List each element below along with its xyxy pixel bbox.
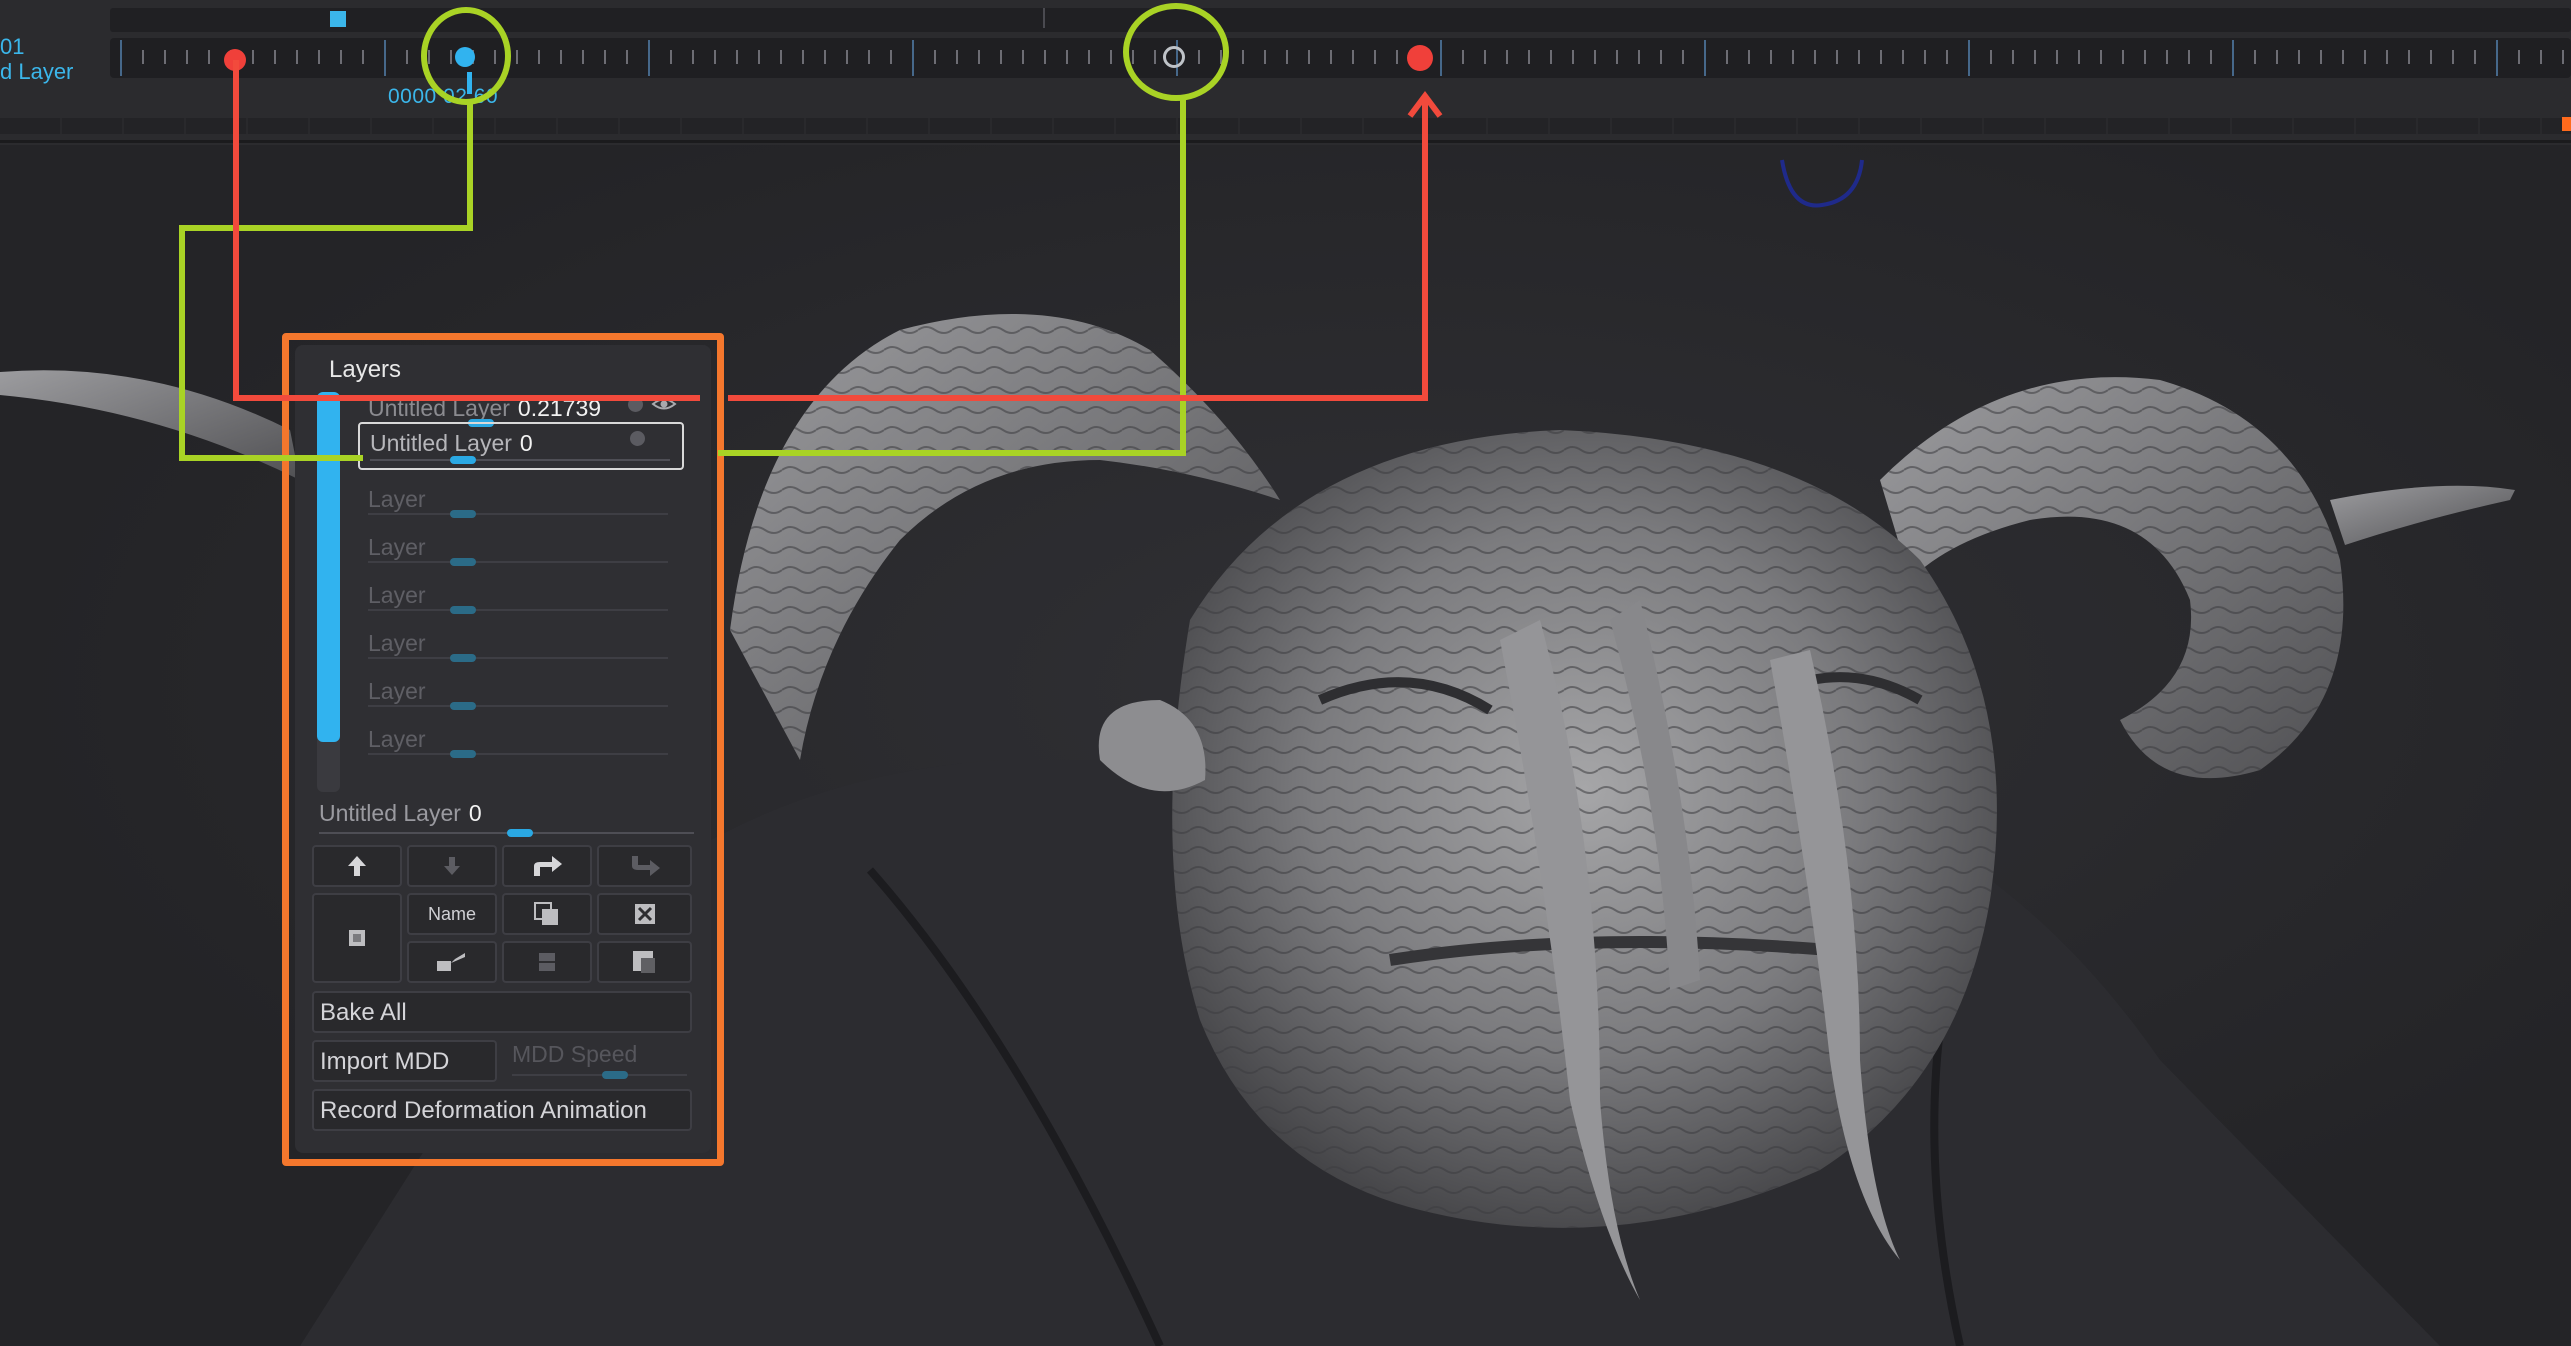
layer-strength-knob[interactable] xyxy=(450,606,476,614)
layer-strength-slider[interactable] xyxy=(368,657,668,659)
current-layer-label: Untitled Layer 0 xyxy=(319,800,482,826)
layer-label: Untitled Layer 0 xyxy=(370,430,533,456)
eye-icon[interactable] xyxy=(651,395,677,413)
record-deformation-animation-button[interactable]: Record Deformation Animation xyxy=(312,1089,692,1131)
layer-label: Layer xyxy=(368,582,426,608)
bake-all-button[interactable]: Bake All xyxy=(312,991,692,1033)
layer-strength-slider[interactable] xyxy=(368,609,668,611)
layers-panel: Layers Untitled Layer 0.21739 Untitled La… xyxy=(295,345,711,1153)
layer-row-2[interactable]: Untitled Layer 0 xyxy=(358,422,684,470)
layer-stack-icon xyxy=(539,953,555,971)
layer-strength-slider[interactable] xyxy=(368,513,668,515)
layer-row-5[interactable]: Layer xyxy=(358,574,684,619)
import-mdd-button[interactable]: Import MDD xyxy=(312,1040,497,1082)
layer-row-4[interactable]: Layer xyxy=(358,526,684,571)
duplicate-icon xyxy=(534,902,558,925)
rename-layer-label: Name xyxy=(427,903,476,924)
split-arrow-icon xyxy=(534,856,562,876)
flip-icon xyxy=(437,953,465,971)
delete-icon xyxy=(634,904,655,924)
layer-record-dot-icon[interactable] xyxy=(628,397,643,412)
mdd-speed-knob[interactable] xyxy=(602,1071,628,1079)
layer-strength-knob[interactable] xyxy=(450,456,476,464)
layer-row-8[interactable]: Layer xyxy=(358,718,684,763)
arrow-down-icon xyxy=(444,857,460,875)
layer-row-3[interactable]: Layer xyxy=(358,478,684,523)
layers-panel-title: Layers xyxy=(329,356,402,383)
layer-label: Layer xyxy=(368,534,426,560)
merge-arrow-icon xyxy=(631,856,660,876)
move-layer-down-button[interactable] xyxy=(407,845,497,887)
layer-strength-knob[interactable] xyxy=(450,654,476,662)
layer-strength-knob[interactable] xyxy=(450,558,476,566)
new-layer-icon xyxy=(349,930,365,946)
layer-label: Untitled Layer 0.21739 xyxy=(368,395,602,421)
layer-strength-slider[interactable] xyxy=(368,705,668,707)
layer-strength-knob[interactable] xyxy=(450,510,476,518)
layer-label: Layer xyxy=(368,678,426,704)
layer-label: Layer xyxy=(368,726,426,752)
mdd-speed-label: MDD Speed xyxy=(512,1041,638,1067)
layer-row-6[interactable]: Layer xyxy=(358,622,684,667)
split-layer-button[interactable] xyxy=(502,845,592,887)
copy-layer-button[interactable] xyxy=(597,941,692,983)
layer-label: Layer xyxy=(368,630,426,656)
layer-record-dot-icon[interactable] xyxy=(630,431,645,446)
flip-layer-button[interactable] xyxy=(407,941,497,983)
layer-strength-slider[interactable] xyxy=(370,459,670,461)
arrow-up-icon xyxy=(348,856,366,876)
new-layer-button[interactable] xyxy=(312,893,402,983)
layer-strength-slider[interactable] xyxy=(368,561,668,563)
move-layer-up-button[interactable] xyxy=(312,845,402,887)
rename-layer-button[interactable]: Name xyxy=(407,893,497,935)
layer-strength-knob[interactable] xyxy=(450,702,476,710)
delete-layer-button[interactable] xyxy=(597,893,692,935)
layer-strength-slider[interactable] xyxy=(368,753,668,755)
mdd-speed-slider[interactable] xyxy=(512,1074,687,1076)
current-layer-knob[interactable] xyxy=(507,829,533,837)
mdd-row: Import MDD MDD Speed xyxy=(312,1040,692,1082)
copy-icon xyxy=(632,951,655,973)
layers-scrollbar-thumb[interactable] xyxy=(317,392,340,742)
layer-strength-knob[interactable] xyxy=(450,750,476,758)
duplicate-layer-button[interactable] xyxy=(502,893,592,935)
layer-options-button[interactable] xyxy=(502,941,592,983)
merge-layer-button[interactable] xyxy=(597,845,692,887)
layer-row-7[interactable]: Layer xyxy=(358,670,684,715)
layer-label: Layer xyxy=(368,486,426,512)
current-layer-slider-row[interactable]: Untitled Layer 0 xyxy=(317,798,697,843)
